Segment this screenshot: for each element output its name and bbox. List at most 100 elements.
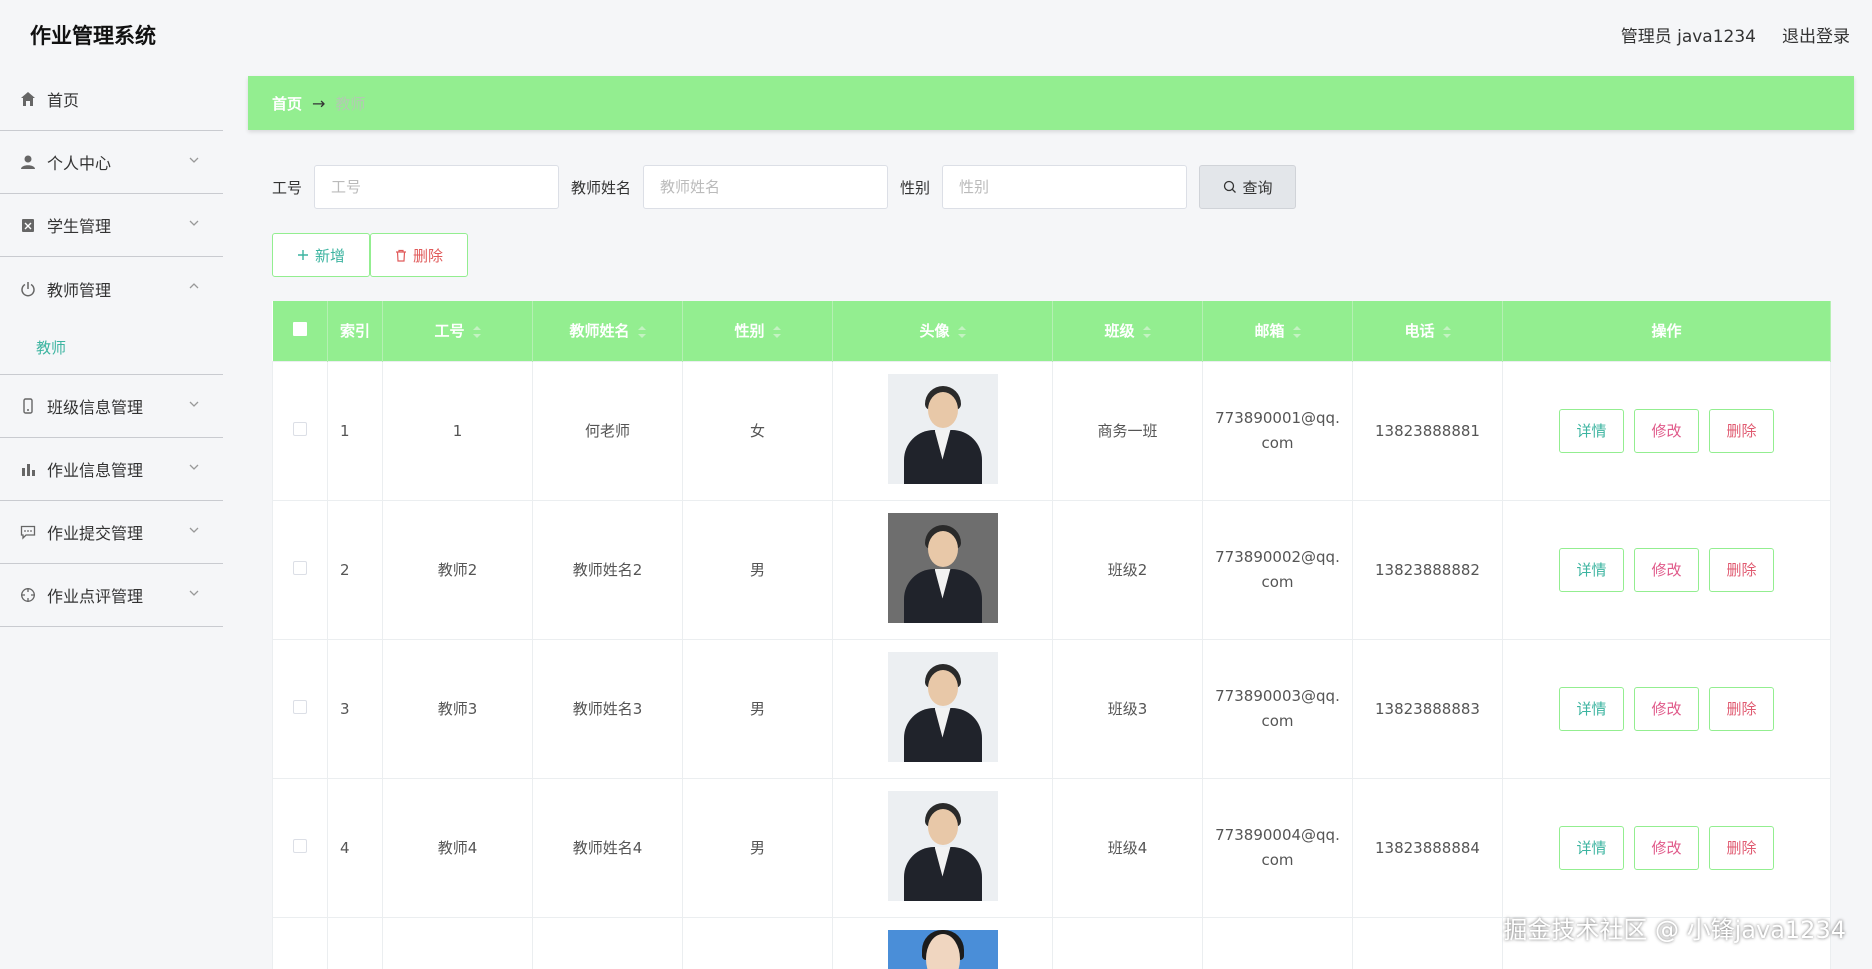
sidebar-item-label: 作业信息管理 <box>47 461 144 480</box>
detail-button[interactable]: 详情 <box>1559 547 1624 592</box>
teacher-table: 索引 工号 教师姓名 性别 头像 班级 邮箱 电话 操作 1 1 何老师 女 商… <box>272 301 1831 969</box>
sort-icon <box>957 325 966 338</box>
target-icon <box>19 586 37 604</box>
cell-name: 教师姓名3 <box>532 638 683 779</box>
cell-class: 班级3 <box>1052 638 1203 779</box>
detail-button[interactable]: 详情 <box>1559 408 1624 453</box>
cell-class: 班级2 <box>1052 499 1203 640</box>
sidebar-item-label: 班级信息管理 <box>47 398 144 417</box>
row-checkbox[interactable] <box>293 838 307 853</box>
breadcrumb-home[interactable]: 首页 <box>272 93 302 114</box>
sidebar-item-homework-submit[interactable]: 作业提交管理 <box>0 501 223 564</box>
clipboard-icon <box>19 216 37 234</box>
batch-delete-button[interactable]: 删除 <box>370 233 468 277</box>
breadcrumb-current: 教师 <box>335 94 366 113</box>
search-bar: 工号 教师姓名 性别 查询 <box>272 165 1297 209</box>
teacher-name-input[interactable] <box>643 165 889 209</box>
chevron-up-icon <box>189 283 199 289</box>
cell-id: 教师4 <box>382 777 533 918</box>
sort-icon <box>1142 325 1151 338</box>
cell-id: 教师3 <box>382 638 533 779</box>
sidebar-item-classes[interactable]: 班级信息管理 <box>0 375 223 438</box>
header-user-area: 管理员 java1234 退出登录 <box>1621 22 1850 47</box>
avatar <box>887 512 998 623</box>
column-header-actions: 操作 <box>1502 301 1831 361</box>
sidebar-item-label: 首页 <box>47 91 80 110</box>
table-row: 3 教师3 教师姓名3 男 班级3 773890003@qq.com 13823… <box>272 638 1831 779</box>
cell-email: 773890001@qq.com <box>1202 360 1353 501</box>
row-checkbox[interactable] <box>293 421 307 436</box>
cell-gender: 男 <box>682 638 833 779</box>
detail-button[interactable]: 详情 <box>1559 825 1624 870</box>
column-header-name[interactable]: 教师姓名 <box>532 301 683 361</box>
teacher-id-input[interactable] <box>314 165 560 209</box>
edit-button[interactable]: 修改 <box>1634 547 1699 592</box>
sort-icon <box>472 325 481 338</box>
cell-gender: 女 <box>682 360 833 501</box>
sidebar-item-homework-review[interactable]: 作业点评管理 <box>0 564 223 627</box>
sort-icon <box>1442 325 1451 338</box>
sidebar: 首页 个人中心 学生管理 教师管理 教师 班级信息管理 作业信息管理 作业提交管… <box>0 68 223 969</box>
cell-email: 773890004@qq.com <box>1202 777 1353 918</box>
sidebar-item-students[interactable]: 学生管理 <box>0 194 223 257</box>
sidebar-item-label: 作业提交管理 <box>47 524 144 543</box>
column-header-email[interactable]: 邮箱 <box>1202 301 1353 361</box>
query-button-label: 查询 <box>1242 178 1273 197</box>
top-header: 作业管理系统 管理员 java1234 退出登录 <box>0 0 1872 68</box>
home-icon <box>19 90 37 108</box>
sidebar-item-teachers[interactable]: 教师管理 <box>0 257 223 320</box>
delete-button[interactable]: 删除 <box>1709 686 1774 731</box>
row-checkbox[interactable] <box>293 560 307 575</box>
sidebar-group-teachers: 教师管理 教师 <box>0 257 223 375</box>
chat-icon <box>19 523 37 541</box>
gender-input[interactable] <box>942 165 1188 209</box>
avatar <box>887 929 998 969</box>
sidebar-item-home[interactable]: 首页 <box>0 68 223 131</box>
cell-name: 何老师 <box>532 360 683 501</box>
chevron-down-icon <box>189 464 199 470</box>
select-all-checkbox[interactable] <box>272 301 328 361</box>
delete-button[interactable]: 删除 <box>1709 825 1774 870</box>
edit-button[interactable]: 修改 <box>1634 408 1699 453</box>
bar-chart-icon <box>19 460 37 478</box>
logout-link[interactable]: 退出登录 <box>1782 22 1850 47</box>
plus-icon <box>297 250 308 260</box>
chevron-down-icon <box>189 401 199 407</box>
sort-icon <box>637 325 646 338</box>
table-header-row: 索引 工号 教师姓名 性别 头像 班级 邮箱 电话 操作 <box>272 301 1831 361</box>
cell-email: 773890002@qq.com <box>1202 499 1353 640</box>
column-header-avatar[interactable]: 头像 <box>832 301 1053 361</box>
column-header-gender[interactable]: 性别 <box>682 301 833 361</box>
table-row: 4 教师4 教师姓名4 男 班级4 773890004@qq.com 13823… <box>272 777 1831 918</box>
current-user-label: 管理员 java1234 <box>1620 27 1756 47</box>
row-checkbox[interactable] <box>293 699 307 714</box>
cell-class: 商务一班 <box>1052 360 1203 501</box>
edit-button[interactable]: 修改 <box>1634 686 1699 731</box>
chevron-down-icon <box>189 590 199 596</box>
column-header-phone[interactable]: 电话 <box>1352 301 1503 361</box>
chevron-down-icon <box>189 157 199 163</box>
cell-phone: 13823888883 <box>1352 638 1503 779</box>
query-button[interactable]: 查询 <box>1199 165 1297 209</box>
sort-icon <box>772 325 781 338</box>
chevron-down-icon <box>189 220 199 226</box>
edit-button[interactable]: 修改 <box>1634 825 1699 870</box>
column-header-class[interactable]: 班级 <box>1052 301 1203 361</box>
column-header-id[interactable]: 工号 <box>382 301 533 361</box>
cell-phone: 13823888882 <box>1352 499 1503 640</box>
avatar <box>887 373 998 484</box>
table-row: 2 教师2 教师姓名2 男 班级2 773890002@qq.com 13823… <box>272 499 1831 640</box>
sidebar-subitem-teacher[interactable]: 教师 <box>0 320 223 374</box>
cell-gender: 男 <box>682 499 833 640</box>
delete-button[interactable]: 删除 <box>1709 547 1774 592</box>
detail-button[interactable]: 详情 <box>1559 686 1624 731</box>
chevron-down-icon <box>189 527 199 533</box>
add-button[interactable]: 新增 <box>272 233 370 277</box>
column-header-index: 索引 <box>327 301 383 361</box>
cell-index: 2 <box>327 499 383 640</box>
sidebar-item-homework-info[interactable]: 作业信息管理 <box>0 438 223 501</box>
sidebar-item-profile[interactable]: 个人中心 <box>0 131 223 194</box>
main-content: 首页 → 教师 工号 教师姓名 性别 查询 新增 删除 <box>248 76 1854 969</box>
delete-button[interactable]: 删除 <box>1709 408 1774 453</box>
cell-index: 1 <box>327 360 383 501</box>
